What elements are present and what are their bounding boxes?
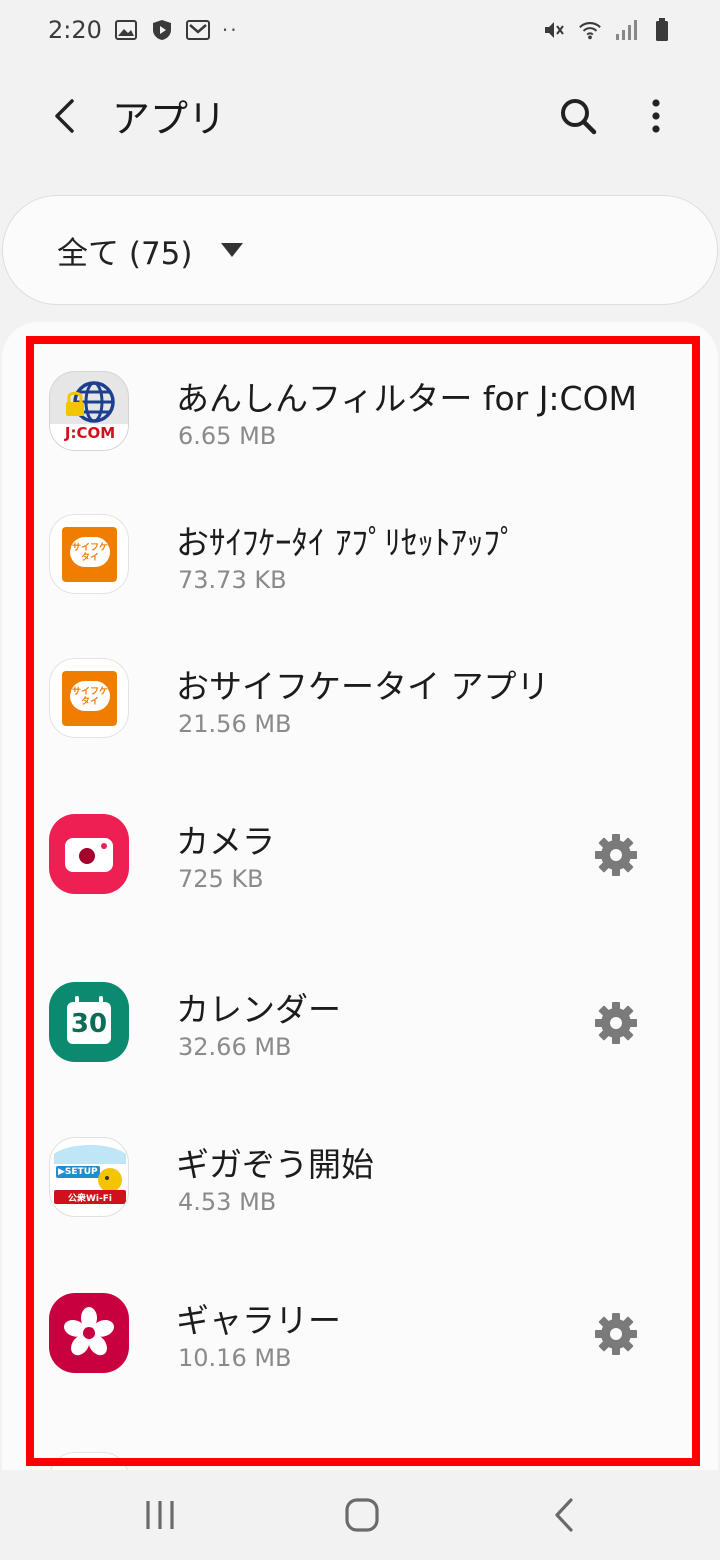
mute-icon [542,18,566,42]
more-vert-icon [652,99,660,133]
app-list-item[interactable]: おサイフケータイ おサイフケータイ アプリ 21.56 MB [2,642,718,782]
back-icon [55,99,74,133]
app-icon-text: J:COM [64,424,116,442]
app-list-item[interactable]: ▶SETUP 公衆Wi-Fi ギガぞう開始 4.53 MB [2,1120,718,1260]
app-list-item[interactable]: おサイフケータイ おｻｲﾌｹｰﾀｲ ｱﾌﾟﾘｾｯﾄｱｯﾌﾟ 73.73 KB [2,498,718,638]
back-nav-button[interactable] [534,1490,594,1540]
app-size: 4.53 MB [178,1188,277,1216]
filter-dropdown[interactable]: 全て (75) [2,195,718,305]
status-bar-right [542,18,674,42]
battery-icon [650,18,674,42]
gear-icon [595,1002,637,1044]
app-settings-button[interactable] [590,997,642,1049]
app-name: おサイフケータイ アプリ [176,667,550,706]
app-list-item[interactable]: カメラ 725 KB [2,797,718,937]
app-size: 10.16 MB [178,1344,292,1372]
app-name: おｻｲﾌｹｰﾀｲ ｱﾌﾟﾘｾｯﾄｱｯﾌﾟ [176,523,517,562]
anshin-filter-icon: J:COM [49,371,129,451]
app-icon-text: おサイフケータイ [62,687,117,707]
home-button[interactable] [332,1490,392,1540]
gigazo-icon: ▶SETUP 公衆Wi-Fi [49,1137,129,1217]
dropdown-arrow-icon [220,243,243,257]
app-name: カメラ [176,822,275,861]
filter-label: 全て (75) [57,235,193,272]
wifi-icon [578,18,602,42]
osaifu-icon: おサイフケータイ [49,658,129,738]
more-options-button[interactable] [630,90,682,142]
app-settings-button[interactable] [590,1308,642,1360]
shield-icon [150,18,174,42]
signal-icon [614,18,638,42]
recents-icon [146,1501,174,1529]
app-icon-text: おサイフケータイ [62,543,117,563]
back-nav-icon [555,1498,573,1532]
back-button[interactable] [38,90,90,142]
gallery-icon [49,1293,129,1373]
app-list-item[interactable]: J:COM あんしんフィルター for J:COM 6.65 MB [2,354,718,494]
app-name: ギガぞう開始 [176,1145,374,1184]
status-bar: 2:20 ·· [0,0,720,60]
navigation-bar [0,1470,720,1560]
app-name: カレンダー [176,990,341,1029]
status-bar-left: 2:20 ·· [48,16,239,44]
search-button[interactable] [552,90,604,142]
recents-button[interactable] [130,1490,190,1540]
app-size: 725 KB [178,865,264,893]
app-list-item[interactable]: 30 カレンダー 32.66 MB [2,965,718,1105]
app-bar: アプリ [0,70,720,160]
app-icon-subtext: 公衆Wi-Fi [68,1194,112,1204]
app-list-item[interactable]: ギャラリー 10.16 MB [2,1276,718,1416]
mail-icon [185,18,210,42]
camera-icon [49,814,129,894]
app-size: 6.65 MB [178,422,277,450]
home-icon [345,1498,379,1532]
app-icon-text: ▶SETUP [58,1167,98,1177]
app-size: 73.73 KB [178,566,287,594]
search-icon [561,99,597,135]
calendar-icon: 30 [49,982,129,1062]
app-settings-button[interactable] [590,829,642,881]
osaifu-setup-icon: おサイフケータイ [49,514,129,594]
gear-icon [595,834,637,876]
app-size: 32.66 MB [178,1033,292,1061]
app-name: ギャラリー [176,1301,341,1340]
gear-icon [595,1313,637,1355]
status-time: 2:20 [48,16,102,44]
page-title: アプリ [112,97,227,141]
status-more-dots: ·· [221,18,239,42]
app-size: 21.56 MB [178,710,292,738]
app-list: J:COM あんしんフィルター for J:COM 6.65 MB おサイフケー… [2,322,718,1482]
app-name: あんしんフィルター for J:COM [176,379,638,418]
image-icon [114,18,138,42]
app-icon-text: 30 [70,1009,108,1039]
